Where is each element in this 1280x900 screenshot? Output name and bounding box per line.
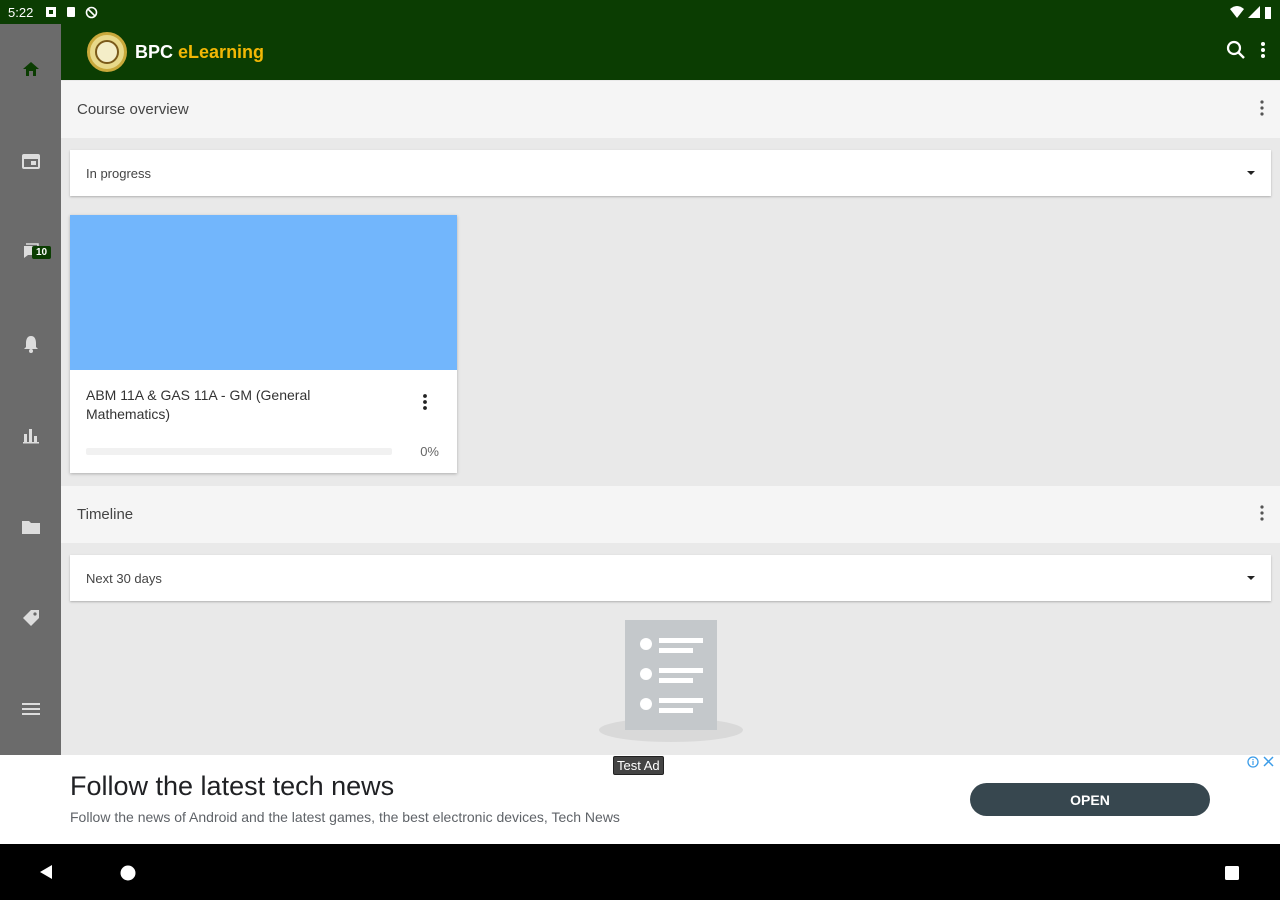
home-icon xyxy=(22,62,39,76)
ad-open-button[interactable]: OPEN xyxy=(970,783,1210,816)
timeline-menu[interactable] xyxy=(1260,504,1264,525)
kebab-icon xyxy=(1260,99,1264,116)
search-icon xyxy=(1226,40,1245,59)
ad-banner[interactable]: Test Ad Follow the latest tech news Foll… xyxy=(0,755,1280,844)
course-progress-label: 0% xyxy=(420,444,439,459)
app-header: BPC eLearning xyxy=(61,24,1280,80)
app-brand: BPC eLearning xyxy=(135,42,264,63)
timeline-filter-value: Next 30 days xyxy=(86,570,162,586)
course-name[interactable]: ABM 11A & GAS 11A - GM (General Mathemat… xyxy=(86,386,386,424)
back-icon xyxy=(40,865,52,879)
header-overflow-menu[interactable] xyxy=(1260,40,1266,65)
brand-bpc: BPC xyxy=(135,41,174,62)
ad-tag: Test Ad xyxy=(613,756,664,775)
recents-icon xyxy=(1225,866,1239,880)
clipboard-icon xyxy=(67,7,76,17)
ad-choices[interactable] xyxy=(1247,756,1274,768)
nav-back-button[interactable] xyxy=(38,864,54,885)
system-nav-bar xyxy=(0,844,1280,900)
chevron-down-icon xyxy=(1247,171,1255,175)
course-menu-button[interactable] xyxy=(422,393,428,416)
course-overview-title: Course overview xyxy=(77,101,189,118)
messages-badge: 10 xyxy=(32,246,52,259)
brand-elearning: eLearning xyxy=(178,41,265,62)
sidebar-item-messages[interactable] xyxy=(0,227,61,277)
info-icon[interactable] xyxy=(1247,756,1259,768)
notification-icon xyxy=(46,7,57,17)
kebab-icon xyxy=(1261,41,1265,58)
course-image xyxy=(70,215,457,370)
search-button[interactable] xyxy=(1226,40,1246,65)
chart-icon xyxy=(22,429,39,444)
timeline-title: Timeline xyxy=(77,506,134,523)
sidebar-item-tags[interactable] xyxy=(0,593,61,643)
status-bar: 5:22 xyxy=(0,0,1280,24)
sidebar: 10 xyxy=(0,24,61,755)
menu-icon xyxy=(21,703,40,715)
battery-icon xyxy=(1265,6,1271,19)
bell-icon xyxy=(23,336,38,353)
ad-body: Follow the news of Android and the lates… xyxy=(70,809,620,825)
empty-timeline-icon xyxy=(599,620,743,742)
sidebar-item-notifications[interactable] xyxy=(0,319,61,369)
timeline-header: Timeline xyxy=(61,486,1280,543)
ad-headline[interactable]: Follow the latest tech news xyxy=(70,771,394,802)
course-overview-menu[interactable] xyxy=(1260,99,1264,120)
course-overview-header: Course overview xyxy=(61,81,1280,138)
status-time: 5:22 xyxy=(8,4,34,20)
course-progress-bar xyxy=(86,448,392,455)
folder-icon xyxy=(21,521,40,534)
sidebar-item-grades[interactable] xyxy=(0,410,61,460)
course-filter-select[interactable]: In progress xyxy=(70,150,1271,196)
chevron-down-icon xyxy=(1247,576,1255,580)
wifi-icon xyxy=(1230,6,1244,18)
calendar-icon xyxy=(21,154,40,169)
tag-icon xyxy=(22,610,39,626)
blocked-icon xyxy=(86,6,98,18)
course-card[interactable]: ABM 11A & GAS 11A - GM (General Mathemat… xyxy=(70,215,457,473)
kebab-icon xyxy=(1260,504,1264,521)
home-circle-icon xyxy=(120,865,136,881)
nav-recents-button[interactable] xyxy=(1224,865,1240,886)
signal-icon xyxy=(1248,6,1260,18)
kebab-icon xyxy=(423,394,427,410)
nav-home-button[interactable] xyxy=(120,865,136,886)
sidebar-item-calendar[interactable] xyxy=(0,136,61,186)
sidebar-item-home[interactable] xyxy=(0,44,61,94)
app-logo xyxy=(87,32,127,72)
sidebar-item-files[interactable] xyxy=(0,502,61,552)
close-icon[interactable] xyxy=(1263,756,1274,767)
sidebar-item-more[interactable] xyxy=(0,684,61,734)
timeline-filter-select[interactable]: Next 30 days xyxy=(70,555,1271,601)
course-filter-value: In progress xyxy=(86,165,152,181)
